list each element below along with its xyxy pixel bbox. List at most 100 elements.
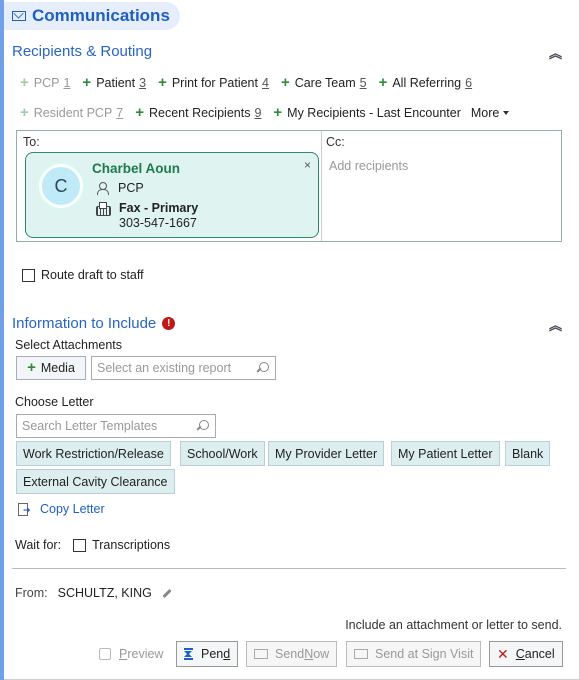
more-dropdown[interactable]: More <box>470 106 510 120</box>
letter-template-search-input[interactable] <box>16 414 216 438</box>
preview-label-post: review <box>127 647 164 661</box>
plus-icon: + <box>82 74 92 91</box>
pend-label-key: d <box>223 647 231 661</box>
pend-label-pre: Pen <box>201 647 224 661</box>
template-my-provider-letter[interactable]: My Provider Letter <box>268 441 385 466</box>
add-my-recipients-label: My Recipients - Last Encounter <box>287 106 461 120</box>
preview-label-key: P <box>119 647 128 661</box>
send-now-button[interactable]: Send Now <box>246 641 338 667</box>
recipient-name: Charbel Aoun <box>92 161 181 176</box>
collapse-recipients-icon[interactable]: ︽ <box>549 47 562 60</box>
plus-icon: + <box>20 74 29 91</box>
section-divider <box>12 568 566 569</box>
media-label: Media <box>40 361 75 375</box>
route-draft-row[interactable]: Route draft to staff <box>22 268 144 282</box>
recipient-role-line: PCP <box>96 181 144 195</box>
cancel-label-key: C <box>515 647 525 661</box>
edit-pencil-icon[interactable] <box>162 588 172 598</box>
cancel-label-post: ancel <box>524 647 555 661</box>
print-for-patient-button[interactable]: + Print for Patient 4 <box>158 74 269 91</box>
transcriptions-checkbox[interactable] <box>73 538 87 552</box>
add-patient-label: Patient <box>96 76 136 90</box>
copy-letter-icon <box>18 502 32 516</box>
remove-recipient-icon[interactable]: × <box>304 158 311 172</box>
cc-recipients-input[interactable]: Add recipients <box>329 159 408 173</box>
copy-letter-link[interactable]: Copy Letter <box>18 502 105 516</box>
add-all-referring-label: All Referring <box>392 76 462 90</box>
template-blank[interactable]: Blank <box>505 441 551 466</box>
add-patient-shortcut: 3 <box>139 76 147 90</box>
caret-down-icon <box>503 111 510 115</box>
collapse-info-icon[interactable]: ︽ <box>549 319 562 332</box>
add-pcp-shortcut: 1 <box>63 76 71 90</box>
recipient-method-line[interactable]: Fax - Primary <box>96 201 199 216</box>
add-resident-pcp-shortcut: 7 <box>116 106 124 120</box>
recipients-routing-title: Recipients & Routing <box>12 43 153 60</box>
wait-for-row: Wait for: Transcriptions <box>15 538 170 552</box>
info-to-include-label: Information to Include <box>12 315 157 332</box>
wait-for-label: Wait for: <box>15 538 62 552</box>
add-patient-button[interactable]: + Patient 3 <box>82 74 147 91</box>
pend-button[interactable]: Pen d <box>176 641 239 667</box>
hourglass-icon <box>184 648 193 660</box>
recipient-fax-number: 303-547-1667 <box>119 216 197 230</box>
fax-icon <box>96 201 111 216</box>
add-recent-recipients-shortcut: 9 <box>254 106 262 120</box>
plus-icon: + <box>378 74 388 91</box>
add-resident-pcp-button[interactable]: + Resident PCP 7 <box>20 104 124 121</box>
communications-header: Communications <box>4 2 180 30</box>
template-my-patient-letter[interactable]: My Patient Letter <box>391 441 500 466</box>
cancel-x-icon: ✕ <box>497 645 509 662</box>
add-my-recipients-button[interactable]: + My Recipients - Last Encounter <box>273 104 461 121</box>
plus-icon: + <box>280 74 290 91</box>
recipient-card[interactable]: C Charbel Aoun × PCP Fax - Primary 303-5… <box>25 152 319 238</box>
add-pcp-button[interactable]: + PCP 1 <box>20 74 71 91</box>
send-at-sign-visit-button[interactable]: Send at Sign Visit <box>346 641 482 667</box>
from-row: From: SCHULTZ, KING <box>15 586 172 600</box>
from-label: From: <box>15 586 48 600</box>
person-icon <box>96 181 109 195</box>
select-attachments-label: Select Attachments <box>15 338 123 352</box>
info-to-include-title: Information to Include ! <box>12 315 176 332</box>
more-label: More <box>470 106 500 120</box>
add-resident-pcp-label: Resident PCP <box>33 106 113 120</box>
recipients-box: To: Cc: Add recipients C Charbel Aoun × … <box>16 130 562 242</box>
send-hint-text: Include an attachment or letter to send. <box>345 618 562 632</box>
report-search-input[interactable] <box>91 356 276 380</box>
add-media-button[interactable]: + Media <box>16 356 86 380</box>
plus-icon: + <box>20 104 29 121</box>
route-draft-checkbox[interactable] <box>22 268 35 282</box>
add-recent-recipients-label: Recent Recipients <box>149 106 251 120</box>
plus-icon: + <box>158 74 167 91</box>
preview-button[interactable]: Preview <box>92 641 170 667</box>
add-care-team-shortcut: 5 <box>359 76 367 90</box>
add-pcp-label: PCP <box>33 76 60 90</box>
send-at-sign-visit-label: Send at Sign Visit <box>375 647 474 661</box>
recipient-method: Fax - Primary <box>119 201 199 215</box>
envelope-icon <box>12 11 26 21</box>
cancel-button[interactable]: ✕ Cancel <box>489 641 563 667</box>
recipient-shortcuts-row-1: + PCP 1 + Patient 3 + Print for Patient 4 + Car… <box>20 74 484 91</box>
template-work-restriction[interactable]: Work Restriction/Release <box>16 441 171 466</box>
avatar: C <box>39 164 83 208</box>
template-school-work[interactable]: School/Work <box>180 441 265 466</box>
preview-icon <box>99 648 111 660</box>
recipients-divider <box>321 131 322 241</box>
copy-letter-label: Copy Letter <box>40 502 105 516</box>
plus-icon: + <box>273 104 283 121</box>
send-now-label-key: N <box>304 647 314 661</box>
recipient-shortcuts-row-2: + Resident PCP 7 + Recent Recipients 9 + My R… <box>20 104 521 121</box>
template-external-cavity-clearance[interactable]: External Cavity Clearance <box>16 469 175 494</box>
recipient-role: PCP <box>118 181 144 195</box>
plus-icon: + <box>27 359 36 376</box>
add-care-team-button[interactable]: + Care Team 5 <box>280 74 367 91</box>
print-for-patient-shortcut: 4 <box>261 76 269 90</box>
add-recent-recipients-button[interactable]: + Recent Recipients 9 <box>135 104 262 121</box>
add-all-referring-shortcut: 6 <box>465 76 473 90</box>
plus-icon: + <box>135 104 144 121</box>
add-care-team-label: Care Team <box>294 76 356 90</box>
add-all-referring-button[interactable]: + All Referring 6 <box>378 74 473 91</box>
choose-letter-label: Choose Letter <box>15 395 94 409</box>
cc-label: Cc: <box>326 135 345 149</box>
send-icon <box>254 649 268 659</box>
